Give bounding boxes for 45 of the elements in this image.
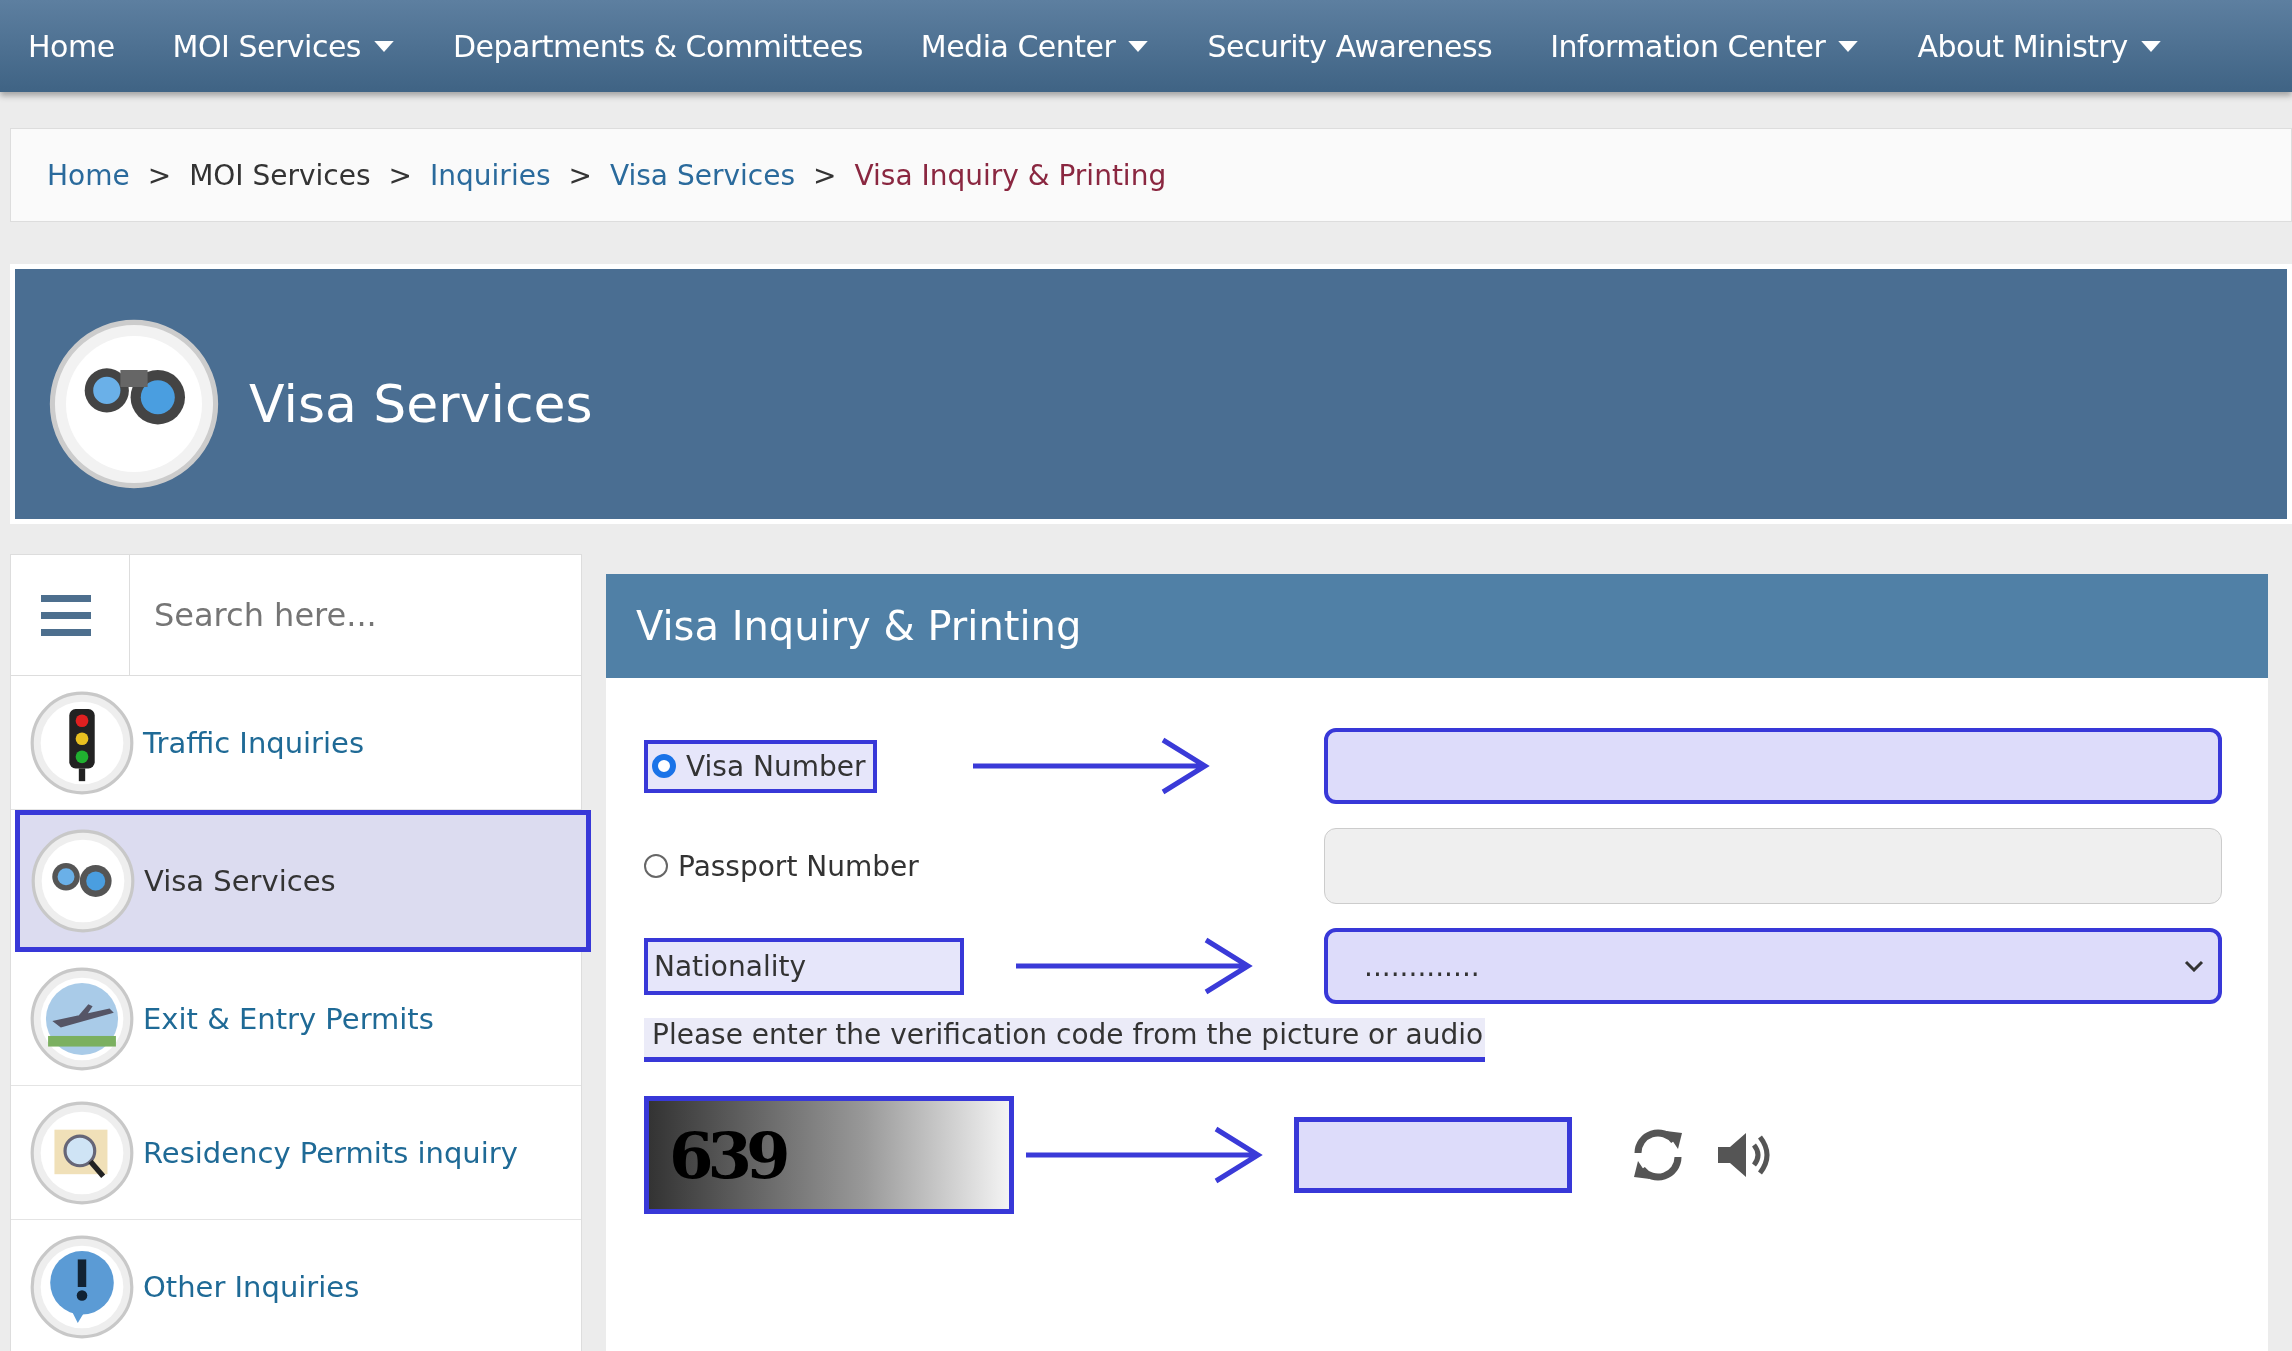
radio-button[interactable] [644,854,668,878]
binoculars-icon [49,319,219,489]
caret-icon [2139,39,2162,53]
chevron-icon [2184,960,2204,972]
airplane-icon [29,965,135,1072]
nav-menu-item[interactable]: About Ministry [1917,28,2162,64]
radio-option[interactable]: Passport Number [644,849,974,883]
verification-hint: Please enter the verification code from the picture or audio [644,1018,1486,1062]
exclamation-icon [29,1233,135,1340]
nav-menu-item[interactable]: Departments & Committees [453,28,863,64]
nav-menu-item[interactable]: Home [28,28,115,64]
sidebar-item[interactable]: Traffic Inquiries [11,676,581,810]
sidebar-item[interactable]: Other Inquiries [11,1220,581,1351]
nationality-dropdown[interactable]: ............. [1324,928,2222,1004]
breadcrumb-separator: > [813,158,837,192]
captcha-image: 639 [644,1096,1014,1214]
sidebar-item[interactable]: Residency Permits inquiry [11,1086,581,1220]
magnifier-icon [29,1099,135,1206]
input-field[interactable] [1324,728,2222,804]
nav-menu-item[interactable]: Information Center [1550,28,1860,64]
breadcrumb-separator: > [147,158,172,192]
radio-button[interactable] [652,754,676,778]
breadcrumb-separator: > [568,158,592,192]
nav-menu-item[interactable]: Security Awareness [1207,28,1493,64]
binoculars-icon [30,828,136,934]
nav-menu-item[interactable]: MOI Services [172,28,395,64]
breadcrumb-separator: > [388,158,413,192]
nav-menu-item[interactable]: Media Center [920,28,1150,64]
form-header: Visa Inquiry & Printing [606,574,2268,678]
current-page-title: Visa Inquiry & Printing [854,158,1167,192]
traffic-light-icon [29,689,135,796]
page-title: Visa Services [249,374,593,434]
breadcrumb-link[interactable]: MOI Services [189,158,371,192]
caret-icon [1837,39,1860,53]
sidebar-item[interactable]: Visa Services [15,810,591,952]
sidebar-item[interactable]: Exit & Entry Permits [11,952,581,1086]
breadcrumb-link[interactable]: Home [47,158,130,192]
menu-icon[interactable] [41,595,91,637]
captcha-input-field[interactable] [1294,1117,1572,1193]
breadcrumb-link[interactable]: Visa Services [609,158,795,192]
caret-icon [373,39,395,53]
breadcrumb-link[interactable]: Inquiries [430,158,551,192]
radio-option[interactable]: Visa Number [644,739,878,793]
caret-icon [1127,39,1150,53]
field-label: Nationality [644,937,964,995]
